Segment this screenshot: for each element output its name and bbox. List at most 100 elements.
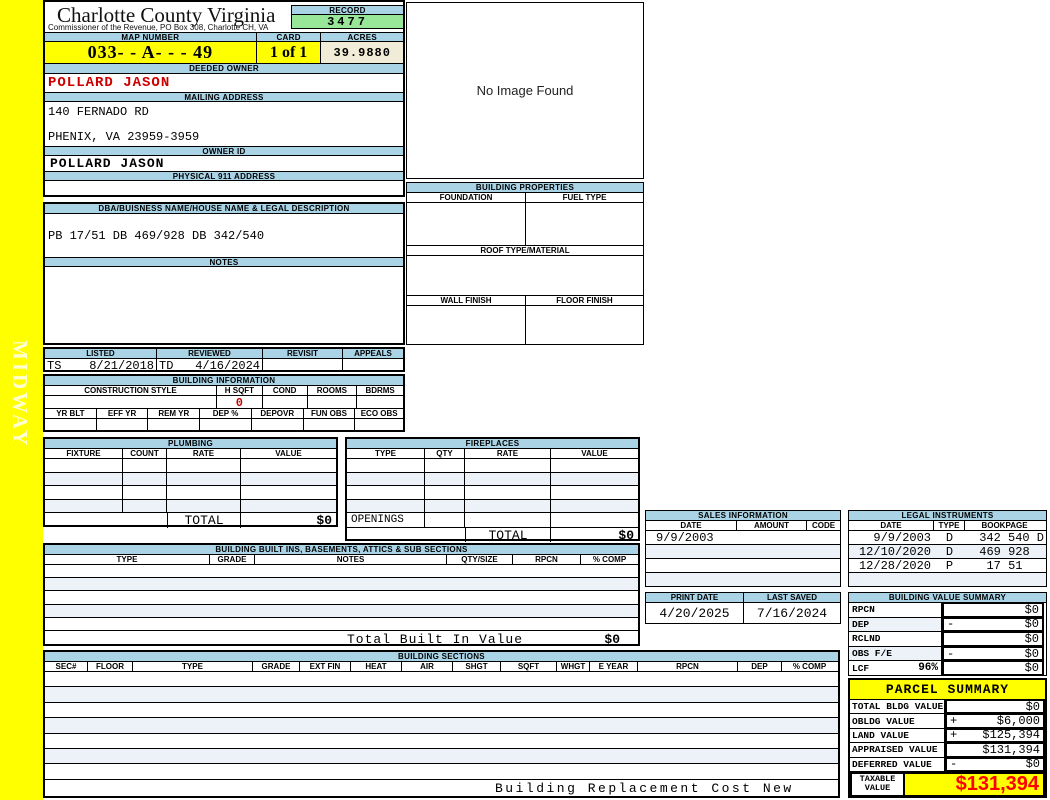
fireplaces-headers: TYPE QTY RATE VALUE	[347, 449, 638, 459]
plumbing-headers: FIXTURE COUNT RATE VALUE	[45, 449, 336, 459]
built-ins-total-value: $0	[604, 631, 620, 647]
deeded-owner-row: POLLARD JASON	[45, 74, 403, 92]
fireplaces-panel: FIREPLACES TYPE QTY RATE VALUE OPENINGS …	[345, 437, 640, 543]
legal-instruments-panel: LEGAL INSTRUMENTS DATE TYPE BOOKPAGE 9/9…	[848, 510, 1047, 587]
map-card-acres-values: 033- - A- - - 49 1 of 1 39.9880	[45, 42, 403, 64]
fp-value-label: VALUE	[581, 449, 608, 458]
li-date: 12/10/2020	[858, 544, 931, 559]
roof-value	[407, 256, 643, 296]
foundation-fuel-headers: FOUNDATION FUEL TYPE	[407, 193, 643, 203]
remyr-label: REM YR	[148, 409, 201, 418]
owner-panel: Charlotte County Virginia Commissioner o…	[43, 0, 405, 197]
parcel-summary-title: PARCEL SUMMARY	[850, 680, 1045, 700]
bvs-rows: RPCN $0 DEP - $0 RCLND $0 OBS F/E - $0 LCF…	[849, 602, 1046, 676]
bvs-obs-op: -	[947, 646, 955, 661]
record-label: RECORD	[292, 5, 403, 15]
visit-headers: LISTED REVIEWED REVISIT APPEALS	[45, 349, 403, 359]
ps-deferred-op: -	[950, 757, 958, 772]
floor-label: FLOOR	[88, 662, 133, 671]
sqft-label: SQFT	[501, 662, 557, 671]
building-information-panel: BUILDING INFORMATION CONSTRUCTION STYLE …	[43, 374, 405, 432]
taxable-value: $131,394	[905, 771, 1045, 797]
floor-finish-label: FLOOR FINISH	[556, 296, 613, 305]
ps-obldg-value: $6,000	[996, 714, 1040, 729]
ps-total-bldg-value: $0	[1025, 699, 1040, 714]
map-card-acres-headers: MAP NUMBER CARD ACRES	[45, 32, 403, 42]
fp-rate-label: RATE	[465, 449, 551, 458]
bi-grade-label: GRADE	[210, 555, 255, 564]
ps-land-op: +	[950, 728, 958, 743]
print-save-panel: PRINT DATE LAST SAVED 4/20/2025 7/16/202…	[645, 592, 841, 624]
building-sections-panel: BUILDING SECTIONS SEC# FLOOR TYPE GRADE …	[43, 650, 840, 798]
owner-id-value: POLLARD JASON	[50, 156, 165, 171]
sales-rows: 9/9/2003	[646, 531, 840, 587]
district-sidebar: MIDWAY	[0, 0, 43, 800]
bi-comp-label: % COMP	[592, 555, 627, 564]
bvs-lcf-label: LCF	[852, 662, 870, 674]
sales-date-value: 9/9/2003	[656, 530, 714, 545]
fp-type-label: TYPE	[347, 449, 425, 458]
extfin-label: EXT FIN	[300, 662, 351, 671]
plumbing-total-label: TOTAL	[167, 513, 241, 528]
print-save-values: 4/20/2025 7/16/2024	[646, 603, 840, 623]
comp-label: % COMP	[792, 662, 827, 671]
reviewed-date: 4/16/2024	[195, 359, 260, 373]
legal-description-panel: DBA/BUISNESS NAME/HOUSE NAME & LEGAL DES…	[43, 202, 405, 345]
owner-id-row: POLLARD JASON	[45, 156, 403, 171]
bi-rpcn-label: RPCN	[513, 555, 581, 564]
reviewed-label: REVIEWED	[157, 349, 263, 358]
revisit-value	[263, 359, 343, 372]
card-label: CARD	[256, 32, 322, 42]
ps-row-total-bldg: TOTAL BLDG VALUE $0	[850, 699, 1045, 715]
bvs-rclnd-value: $0	[1024, 631, 1039, 646]
bi-notes-label: NOTES	[255, 555, 447, 564]
listed-by: TS	[47, 359, 62, 373]
map-number-label: MAP NUMBER	[45, 32, 257, 42]
dep-label: DEP	[738, 662, 782, 671]
legal-description-row: PB 17/51 DB 469/928 DB 342/540	[45, 214, 403, 257]
fuel-type-label: FUEL TYPE	[562, 193, 607, 202]
building-info-row2-values	[45, 419, 403, 432]
bvs-obs-label: OBS F/E	[852, 648, 892, 660]
mailing-address-label: MAILING ADDRESS	[45, 92, 403, 102]
plumbing-total-row: TOTAL $0	[45, 513, 336, 528]
ps-obldg-label: OBLDG VALUE	[850, 714, 945, 729]
fireplaces-total-label: TOTAL	[465, 528, 551, 543]
wall-floor-values	[407, 306, 643, 344]
li-date-label: DATE	[849, 521, 934, 530]
listed-label: LISTED	[45, 349, 157, 358]
listed-date: 8/21/2018	[89, 359, 154, 373]
hsqft-value: 0	[217, 396, 263, 410]
plumbing-panel: PLUMBING FIXTURE COUNT RATE VALUE TOTAL …	[43, 437, 338, 528]
building-info-row2-headers: YR BLT EFF YR REM YR DEP % DEPOVR FUN OB…	[45, 409, 403, 419]
bvs-lcf-pct: 96%	[918, 662, 938, 675]
ps-obldg-op: +	[950, 714, 958, 729]
mailing-address-line1: 140 FERNADO RD	[48, 105, 149, 119]
hsqft-label: H SQFT	[217, 386, 263, 395]
ps-row-appraised: APPRAISED VALUE $131,394	[850, 742, 1045, 758]
sales-headers: DATE AMOUNT CODE	[646, 521, 840, 531]
li-bookpage-label: BOOKPAGE	[981, 521, 1028, 530]
fireplaces-total-value: $0	[618, 527, 634, 543]
visit-history-panel: LISTED REVIEWED REVISIT APPEALS TS 8/21/…	[43, 347, 405, 373]
appeals-value	[343, 359, 403, 372]
print-save-headers: PRINT DATE LAST SAVED	[646, 593, 840, 603]
commissioner-line: Commissioner of the Revenue, PO Box 308,…	[48, 23, 269, 32]
fireplaces-openings-row: OPENINGS	[347, 513, 638, 528]
map-number: 033- - A- - - 49	[45, 42, 257, 63]
bvs-dep-op: -	[947, 617, 955, 632]
taxable-label: TAXABLE VALUE	[850, 771, 905, 797]
wall-floor-headers: WALL FINISH FLOOR FINISH	[407, 296, 643, 306]
sales-date-label: DATE	[646, 521, 737, 530]
replacement-cost-label: Building Replacement Cost New	[495, 780, 794, 796]
dba-label: DBA/BUISNESS NAME/HOUSE NAME & LEGAL DES…	[45, 204, 403, 214]
built-ins-total-label: Total Built In Value	[347, 631, 524, 647]
li-bookpage: 342 540 D	[979, 530, 1044, 545]
fireplaces-rows	[347, 459, 638, 513]
type-label: TYPE	[133, 662, 253, 671]
bvs-row-rpcn: RPCN $0	[849, 602, 1046, 618]
ecoobs-label: ECO OBS	[360, 409, 398, 418]
last-saved-value: 7/16/2024	[756, 605, 828, 621]
mailing-address-block: 140 FERNADO RD PHENIX, VA 23959-3959	[45, 102, 403, 146]
fp-qty-label: QTY	[425, 449, 465, 458]
